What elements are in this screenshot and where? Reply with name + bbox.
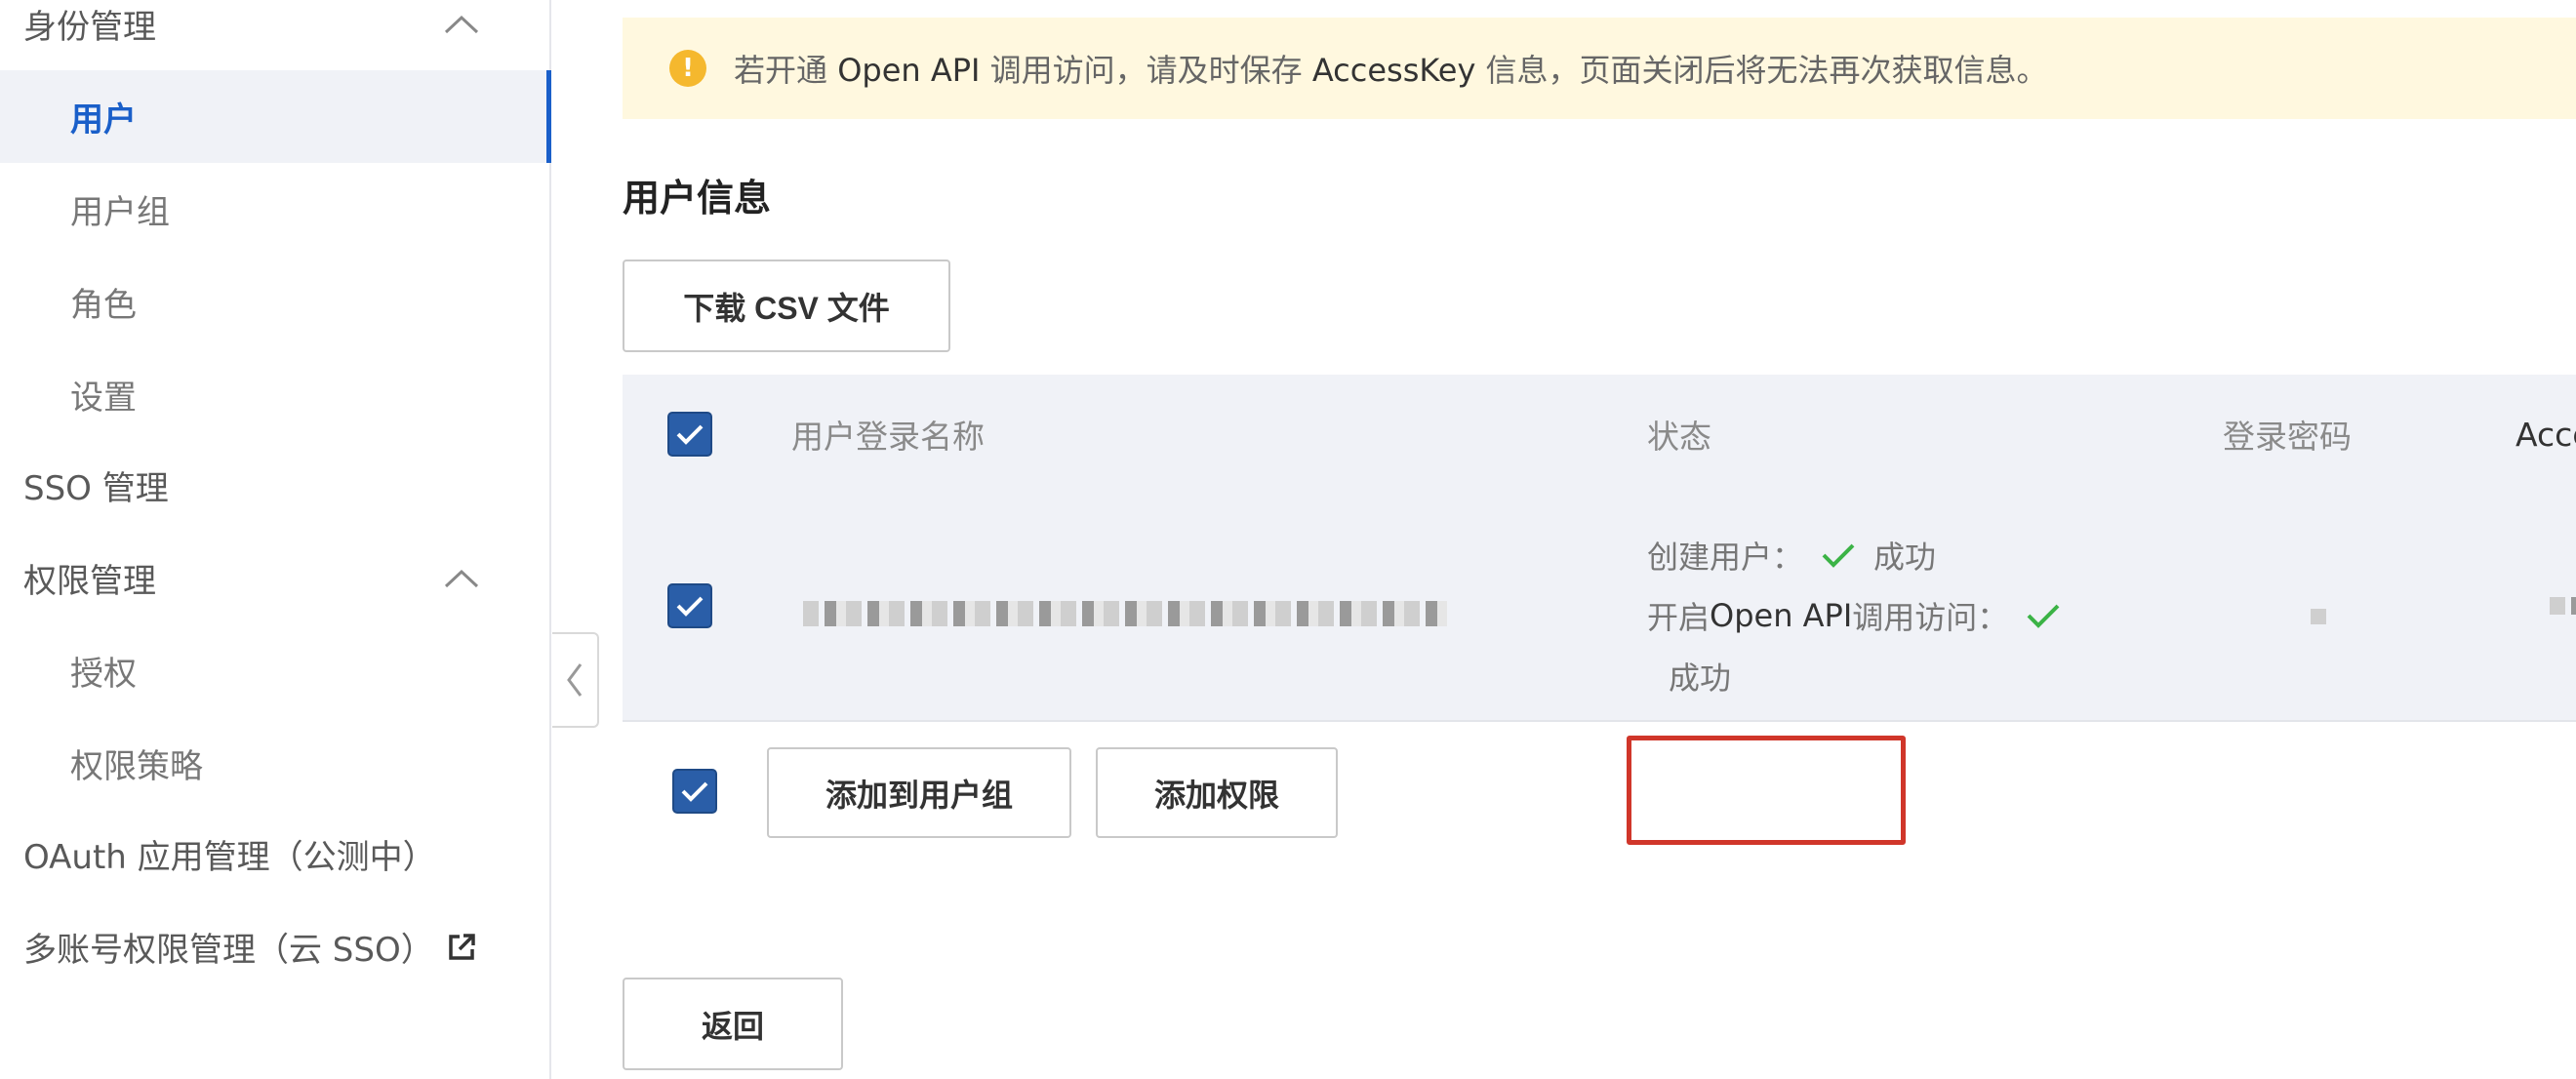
sidebar-item-label: 设置 [70,379,137,418]
alert-text-part: 调用访问，请及时保存 [980,52,1312,89]
alert-text-bold: Open API [837,52,981,89]
download-csv-button[interactable]: 下载 CSV 文件 [623,260,950,352]
sidebar-item-authorization[interactable]: 授权 [0,624,549,717]
check-icon [676,424,704,445]
back-button[interactable]: 返回 [623,978,843,1070]
alert-text-part: 若开通 [734,52,838,89]
sidebar: 身份管理 用户 用户组 角色 设置 SSO 管理 权限管理 授权 权限策略 OA… [0,0,551,1079]
sidebar-item-users[interactable]: 用户 [0,70,551,163]
sidebar-item-roles[interactable]: 角色 [0,256,549,348]
table-row: 创建用户： 成功 开启 Open API 调用访问： 成功 [623,494,2576,722]
sidebar-item-label: SSO 管理 [23,469,169,508]
warning-icon: ! [669,50,706,87]
chevron-up-icon [444,15,479,33]
sidebar-item-label: OAuth 应用管理（公测中） [23,838,436,877]
sidebar-item-label: 权限策略 [70,747,203,786]
sidebar-item-policies[interactable]: 权限策略 [0,717,549,810]
sidebar-item-label: 用户 [70,100,137,140]
check-icon [681,781,708,802]
status-create-user: 创建用户： 成功 [1647,533,1936,578]
table-header: 用户登录名称 状态 登录密码 AccessK [623,375,2576,496]
bulk-select-checkbox[interactable] [672,769,717,814]
status-label-bold: Open API [1710,597,1853,634]
status-label: 开启 [1647,599,1711,636]
status-label: 创建用户： [1647,539,1804,576]
sidebar-item-label: 多账号权限管理（云 SSO） [23,931,434,970]
status-open-api-result: 成功 [1669,659,1732,697]
check-icon [676,596,704,617]
add-to-group-button[interactable]: 添加到用户组 [767,747,1071,838]
alert-text: 若开通 Open API 调用访问，请及时保存 AccessKey 信息，页面关… [734,46,2048,91]
external-link-icon [448,933,475,960]
sidebar-item-label: 角色 [70,286,137,325]
sidebar-group-label: 身份管理 [23,8,156,47]
main-content: ! 若开通 Open API 调用访问，请及时保存 AccessKey 信息，页… [551,0,2576,1079]
alert-text-bold: AccessKey [1311,52,1476,89]
sidebar-item-settings[interactable]: 设置 [0,348,549,441]
accesskey-alert: ! 若开通 Open API 调用访问，请及时保存 AccessKey 信息，页… [623,18,2576,119]
sidebar-item-label: 授权 [70,655,137,694]
sidebar-item-sso[interactable]: SSO 管理 [0,439,549,532]
alert-text-part: 信息，页面关闭后将无法再次获取信息。 [1475,52,2048,89]
sidebar-item-multi-account[interactable]: 多账号权限管理（云 SSO） [0,900,549,993]
status-label: 调用访问： [1852,599,2009,636]
chevron-up-icon [444,569,479,587]
column-header-login-name: 用户登录名称 [791,418,985,456]
status-result: 成功 [1873,539,1937,576]
masked-accesskey [2550,597,2576,615]
success-check-icon [1822,543,1855,568]
select-all-checkbox[interactable] [667,412,712,457]
highlight-box [1627,736,1906,845]
add-permission-button[interactable]: 添加权限 [1096,747,1338,838]
sidebar-group-permissions[interactable]: 权限管理 [0,532,549,624]
sidebar-item-label: 用户组 [70,193,170,232]
column-header-status: 状态 [1647,418,1711,456]
sidebar-group-identity[interactable]: 身份管理 [0,0,549,70]
status-open-api: 开启 Open API 调用访问： [1647,593,2078,638]
success-check-icon [2027,604,2060,628]
sidebar-item-oauth[interactable]: OAuth 应用管理（公测中） [0,808,549,900]
column-header-accesskey: AccessK [2516,415,2576,454]
sidebar-item-user-groups[interactable]: 用户组 [0,163,549,256]
sidebar-group-label: 权限管理 [23,562,156,601]
column-header-password: 登录密码 [2223,418,2352,456]
masked-password [2311,609,2332,624]
section-title: 用户信息 [623,177,772,220]
row-checkbox[interactable] [667,583,712,628]
masked-login-name [803,601,1447,626]
